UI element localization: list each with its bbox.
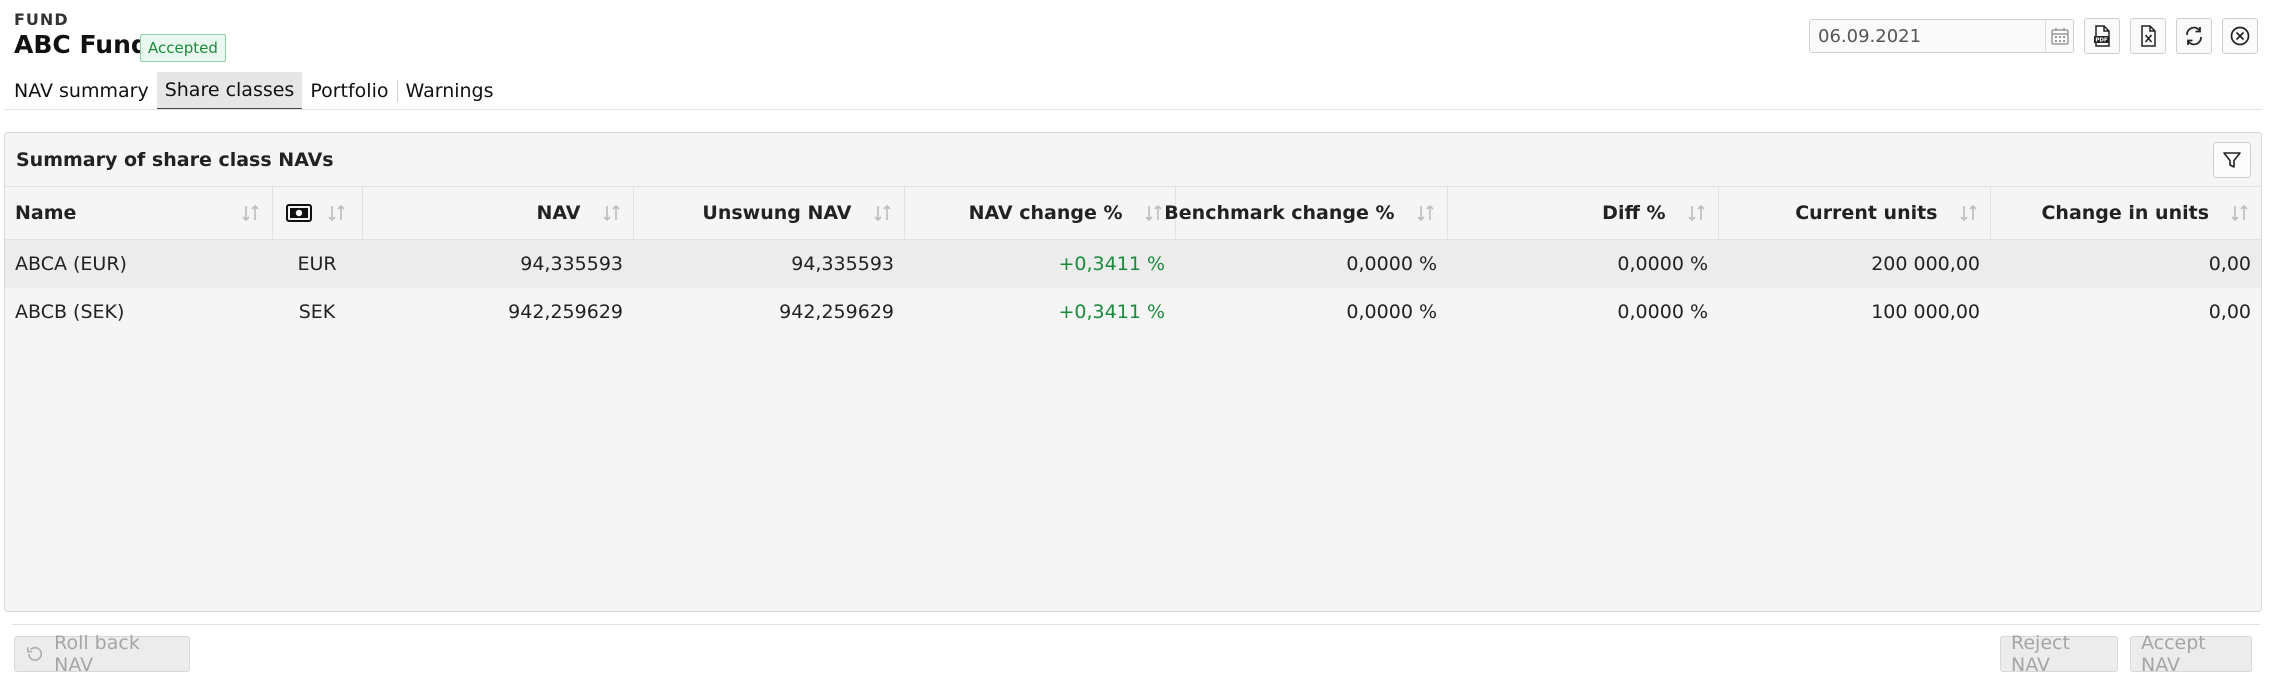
panel-title: Summary of share class NAVs [16, 148, 334, 171]
cell-name: ABCB (SEK) [5, 288, 272, 336]
fund-label: FUND [14, 10, 69, 29]
filter-button[interactable] [2213, 141, 2251, 178]
column-label: Diff % [1602, 202, 1666, 224]
date-input[interactable] [1810, 19, 2045, 53]
share-class-panel: Summary of share class NAVs Name NAV Uns… [4, 132, 2262, 612]
svg-text:PDF: PDF [2095, 38, 2108, 44]
cell-current-units: 200 000,00 [1718, 239, 1990, 288]
reject-nav-button[interactable]: Reject NAV [2000, 632, 2118, 676]
sort-icon[interactable] [1143, 203, 1165, 223]
accept-nav-button[interactable]: Accept NAV [2130, 632, 2252, 676]
sort-arrows-icon [1959, 204, 1977, 222]
tab-share-classes[interactable]: Share classes [156, 72, 303, 110]
cell-change-in-units: 0,00 [1990, 288, 2261, 336]
cell-unswung-nav: 942,259629 [633, 288, 904, 336]
refresh-icon [2186, 26, 2202, 46]
column-header-benchmark-change[interactable]: Benchmark change % [1164, 187, 1447, 240]
cell-change-in-units: 0,00 [1990, 239, 2261, 288]
roll-back-nav-button[interactable]: Roll back NAV [14, 632, 190, 676]
excel-icon [2141, 25, 2156, 47]
currency-icon [286, 204, 312, 222]
cell-currency: SEK [272, 288, 362, 336]
column-header-change-in-units[interactable]: Change in units [1989, 187, 2261, 240]
column-header-diff[interactable]: Diff % [1446, 187, 1718, 240]
calendar-button[interactable] [2045, 20, 2073, 52]
cell-nav-change: +0,3411 % [904, 239, 1175, 288]
sort-arrows-icon [873, 204, 891, 222]
sort-icon[interactable] [2229, 203, 2251, 223]
roll-back-nav-label: Roll back NAV [54, 632, 140, 676]
column-header-nav[interactable]: NAV [361, 187, 633, 240]
toolbar: PDF [1809, 18, 2258, 54]
table-header-row: Name NAV Unswung NAV NAV change % Benchm… [5, 187, 2261, 240]
column-label: Name [15, 202, 77, 224]
cell-nav: 942,259629 [362, 288, 633, 336]
sort-arrows-icon [241, 204, 259, 222]
sort-arrows-icon [1144, 204, 1162, 222]
tab-bar: NAV summary Share classes Portfolio Warn… [6, 72, 502, 110]
share-class-table: Name NAV Unswung NAV NAV change % Benchm… [5, 187, 2261, 336]
sort-arrows-icon [2231, 204, 2248, 222]
filter-icon [2223, 151, 2241, 168]
column-label: Current units [1795, 202, 1938, 224]
cell-nav: 94,335593 [362, 239, 633, 288]
tab-portfolio[interactable]: Portfolio [302, 72, 396, 110]
tab-warnings[interactable]: Warnings [398, 72, 502, 110]
sort-arrows-icon [602, 204, 620, 222]
sort-arrows-icon [328, 204, 345, 222]
status-badge: Accepted [140, 34, 226, 62]
column-label: Change in units [2041, 202, 2209, 224]
column-header-nav-change[interactable]: NAV change % [903, 187, 1175, 240]
sort-arrows-icon [1416, 204, 1434, 222]
sort-icon[interactable] [1415, 203, 1437, 223]
column-header-name[interactable]: Name [5, 187, 272, 240]
footer-divider [12, 624, 2260, 625]
cell-current-units: 100 000,00 [1718, 288, 1990, 336]
column-header-currency[interactable] [271, 187, 362, 240]
sort-arrows-icon [1687, 204, 1705, 222]
column-label: NAV [536, 202, 581, 224]
pdf-icon: PDF [2094, 25, 2110, 47]
tabs-divider [4, 109, 2262, 110]
column-header-current-units[interactable]: Current units [1717, 187, 1990, 240]
undo-icon [27, 646, 42, 661]
column-label: Benchmark change % [1164, 202, 1395, 224]
cell-benchmark-change: 0,0000 % [1175, 288, 1447, 336]
sort-icon[interactable] [872, 203, 894, 223]
cell-unswung-nav: 94,335593 [633, 239, 904, 288]
sort-icon[interactable] [601, 203, 623, 223]
close-icon [2230, 26, 2250, 46]
column-label: Unswung NAV [702, 202, 852, 224]
cell-currency: EUR [272, 239, 362, 288]
refresh-button[interactable] [2176, 18, 2212, 54]
column-label: NAV change % [968, 202, 1123, 224]
sort-icon[interactable] [1686, 203, 1708, 223]
fund-title: ABC Fund [14, 30, 149, 59]
pdf-export-button[interactable]: PDF [2084, 18, 2120, 54]
sort-icon[interactable] [1958, 203, 1980, 223]
cell-name: ABCA (EUR) [5, 239, 272, 288]
table-row[interactable]: ABCA (EUR) EUR 94,335593 94,335593 +0,34… [5, 239, 2261, 288]
cell-benchmark-change: 0,0000 % [1175, 239, 1447, 288]
calendar-icon [2050, 28, 2069, 45]
cell-diff: 0,0000 % [1447, 288, 1718, 336]
cell-diff: 0,0000 % [1447, 239, 1718, 288]
panel-header: Summary of share class NAVs [5, 133, 2261, 187]
table-row[interactable]: ABCB (SEK) SEK 942,259629 942,259629 +0,… [5, 288, 2261, 336]
cell-nav-change: +0,3411 % [904, 288, 1175, 336]
date-picker [1809, 19, 2074, 53]
excel-export-button[interactable] [2130, 18, 2166, 54]
sort-icon[interactable] [240, 203, 262, 223]
close-button[interactable] [2222, 18, 2258, 54]
sort-icon[interactable] [326, 203, 348, 223]
tab-nav-summary[interactable]: NAV summary [6, 72, 157, 110]
column-header-unswung-nav[interactable]: Unswung NAV [632, 187, 904, 240]
